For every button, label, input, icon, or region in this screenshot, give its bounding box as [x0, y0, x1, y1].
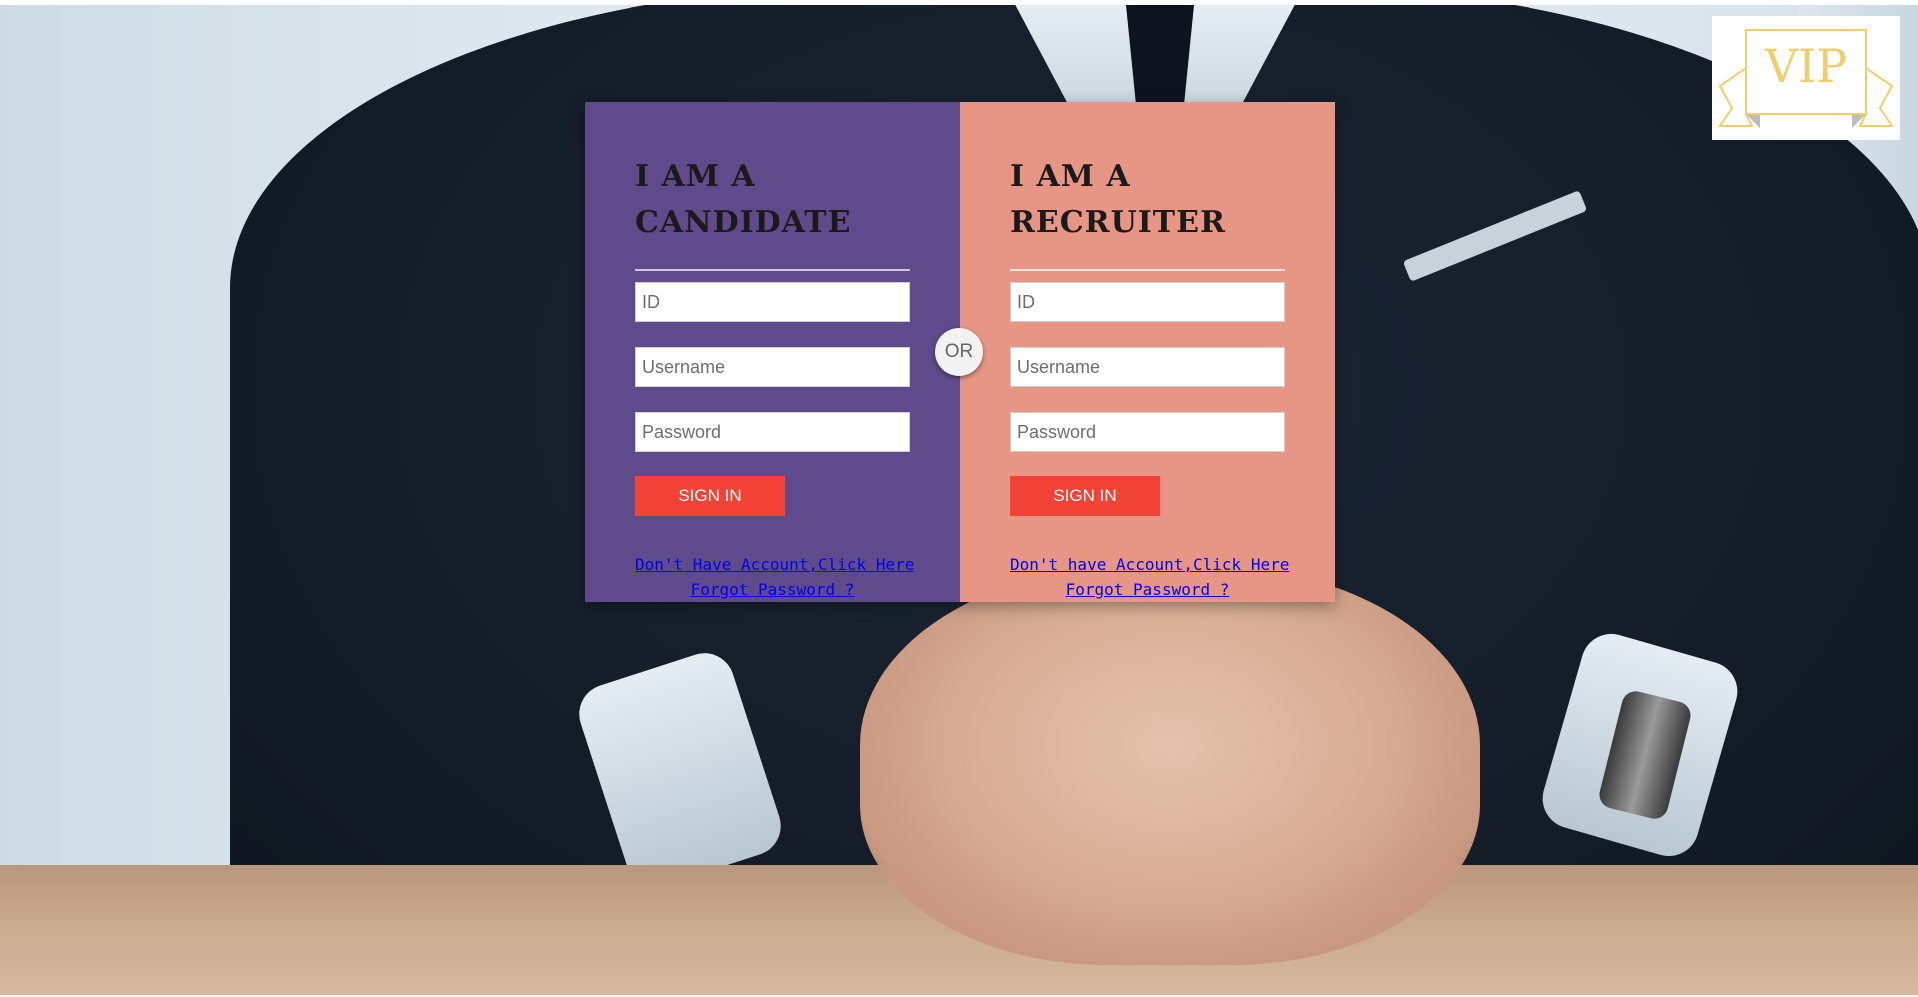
- candidate-id-input[interactable]: [635, 282, 910, 322]
- candidate-links: Don't Have Account,Click Here Forgot Pas…: [635, 552, 914, 602]
- recruiter-id-input[interactable]: [1010, 282, 1285, 322]
- candidate-password-input[interactable]: [635, 412, 910, 452]
- candidate-signup-link[interactable]: Don't Have Account,Click Here: [635, 552, 914, 577]
- recruiter-signin-button[interactable]: SIGN IN: [1010, 476, 1160, 516]
- candidate-panel: I AM A CANDIDATE SIGN IN Don't Have Acco…: [585, 102, 960, 602]
- candidate-signin-button[interactable]: SIGN IN: [635, 476, 785, 516]
- recruiter-panel: I AM A RECRUITER SIGN IN Don't have Acco…: [960, 102, 1335, 602]
- logo-text: VIP: [1764, 39, 1847, 93]
- recruiter-password-input[interactable]: [1010, 412, 1285, 452]
- candidate-divider: [635, 269, 910, 271]
- or-separator-badge: OR: [935, 328, 983, 376]
- vip-logo: VIP: [1712, 16, 1900, 140]
- login-card: I AM A CANDIDATE SIGN IN Don't Have Acco…: [585, 102, 1335, 602]
- recruiter-username-input[interactable]: [1010, 347, 1285, 387]
- candidate-username-input[interactable]: [635, 347, 910, 387]
- candidate-forgot-password-link[interactable]: Forgot Password ?: [635, 577, 910, 602]
- candidate-heading: I AM A CANDIDATE: [635, 159, 852, 240]
- recruiter-heading: I AM A RECRUITER: [1010, 159, 1226, 240]
- recruiter-forgot-password-link[interactable]: Forgot Password ?: [1010, 577, 1285, 602]
- recruiter-signup-link[interactable]: Don't have Account,Click Here: [1010, 552, 1289, 577]
- recruiter-links: Don't have Account,Click Here Forgot Pas…: [1010, 552, 1289, 602]
- recruiter-divider: [1010, 269, 1285, 271]
